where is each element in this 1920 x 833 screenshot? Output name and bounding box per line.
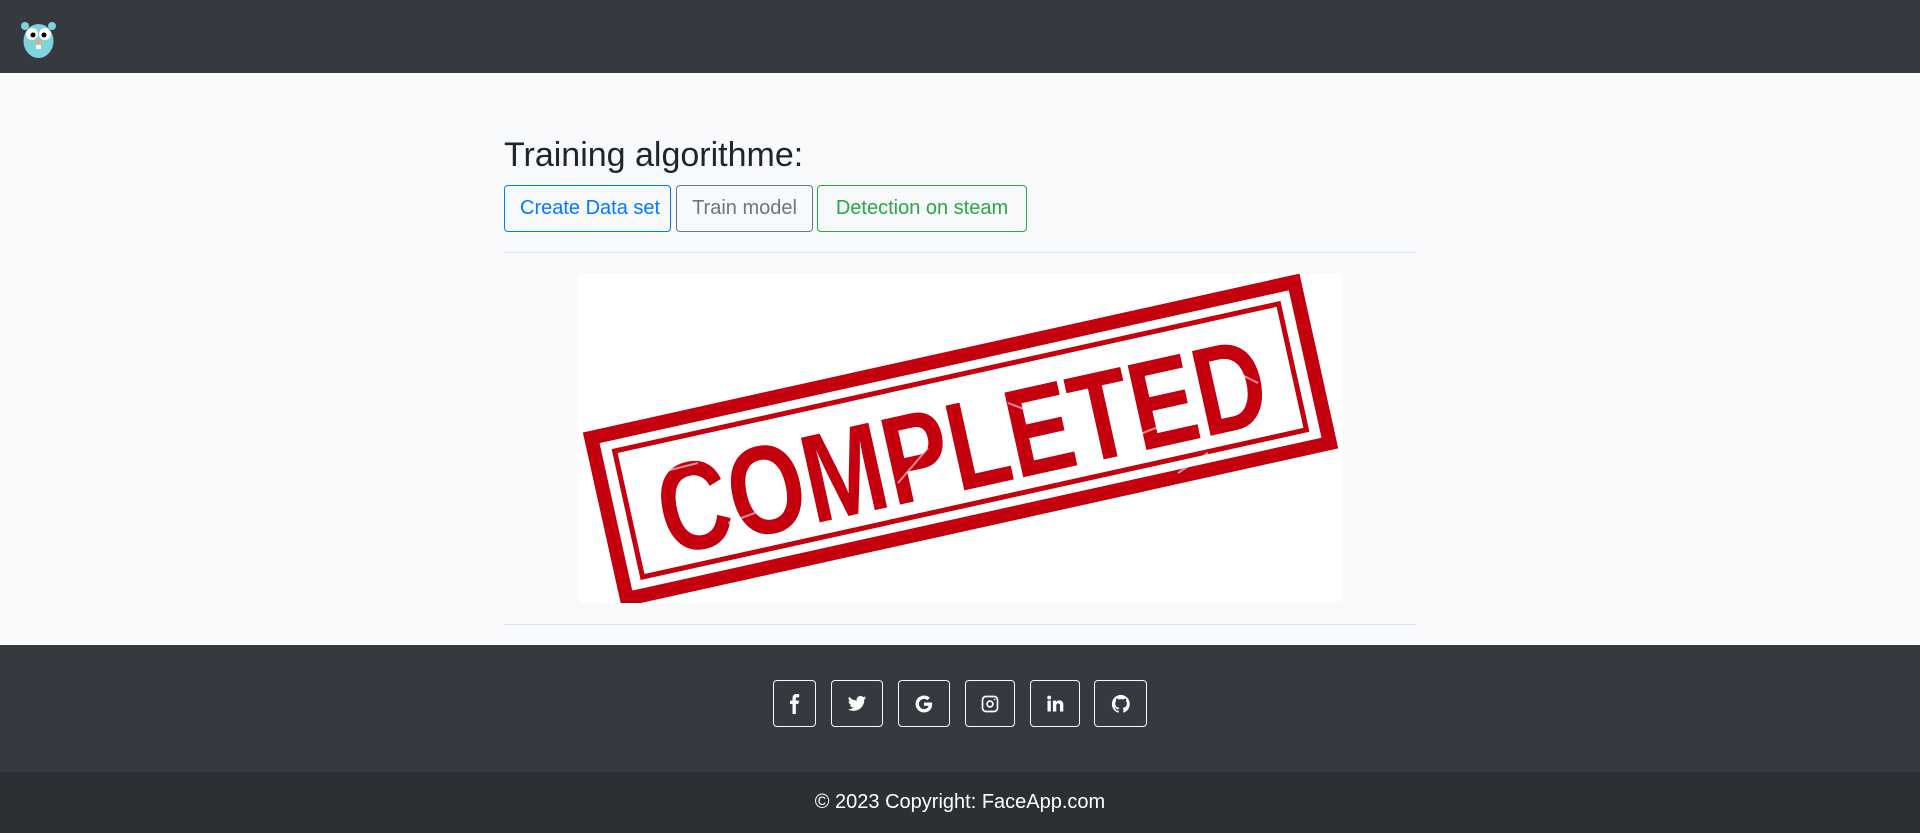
twitter-icon	[847, 695, 867, 711]
github-icon	[1111, 694, 1130, 713]
train-model-button[interactable]: Train model	[676, 185, 813, 232]
instagram-icon	[981, 695, 999, 712]
instagram-link[interactable]	[965, 680, 1015, 727]
footer	[0, 645, 1920, 772]
page-title: Training algorithme:	[504, 136, 804, 174]
top-navbar	[0, 0, 1920, 73]
divider-top	[504, 252, 1416, 253]
linkedin-link[interactable]	[1030, 680, 1080, 727]
google-icon	[915, 695, 933, 712]
facebook-link[interactable]	[773, 680, 816, 727]
google-link[interactable]	[898, 680, 950, 727]
github-link[interactable]	[1094, 680, 1147, 727]
facebook-icon	[789, 693, 799, 714]
detection-button[interactable]: Detection on steam	[817, 185, 1027, 232]
completed-image: COMPLETED	[578, 273, 1343, 603]
copyright-text: © 2023 Copyright: FaceApp.com	[0, 772, 1920, 833]
content-container: Training algorithme: Create Data set Tra…	[504, 73, 1416, 645]
divider-bottom	[504, 624, 1416, 625]
brand-logo-link[interactable]	[20, 17, 57, 59]
completed-stamp-icon: COMPLETED	[582, 273, 1339, 603]
create-dataset-button[interactable]: Create Data set	[504, 185, 671, 232]
linkedin-icon	[1047, 695, 1064, 711]
gopher-logo-icon	[21, 22, 56, 58]
main-content: Training algorithme: Create Data set Tra…	[0, 73, 1920, 645]
twitter-link[interactable]	[831, 680, 883, 727]
